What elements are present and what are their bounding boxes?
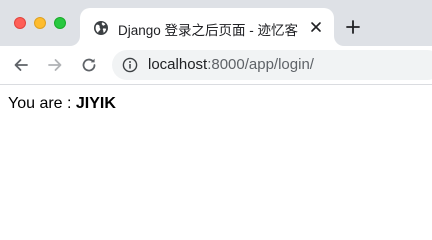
- arrow-right-icon[interactable]: [46, 56, 64, 74]
- tab-title: Django 登录之后页面 - 迹忆客: [118, 23, 299, 38]
- tab-strip: Django 登录之后页面 - 迹忆客: [0, 0, 432, 46]
- tab-active[interactable]: Django 登录之后页面 - 迹忆客: [80, 8, 334, 46]
- info-icon[interactable]: [122, 57, 138, 73]
- window-maximize-button[interactable]: [54, 17, 66, 29]
- reload-icon[interactable]: [80, 56, 98, 74]
- url-host: localhost: [148, 56, 208, 73]
- greeting-text: You are : JIYIK: [8, 95, 116, 113]
- url-path: :8000/app/login/: [207, 56, 314, 73]
- plus-icon[interactable]: [345, 19, 361, 35]
- window-close-button[interactable]: [14, 17, 26, 29]
- close-icon[interactable]: [308, 19, 324, 35]
- url-text: localhost:8000/app/login/: [148, 56, 314, 73]
- window-minimize-button[interactable]: [34, 17, 46, 29]
- username: JIYIK: [75, 95, 116, 112]
- greeting-label: You are :: [8, 95, 76, 112]
- page-content: You are : JIYIK: [0, 85, 432, 218]
- browser-window: Django 登录之后页面 - 迹忆客 localhost:8000/app/l…: [0, 0, 432, 218]
- arrow-left-icon[interactable]: [12, 56, 30, 74]
- address-bar[interactable]: localhost:8000/app/login/: [112, 50, 432, 80]
- globe-icon: [93, 20, 109, 36]
- toolbar: localhost:8000/app/login/: [0, 46, 432, 85]
